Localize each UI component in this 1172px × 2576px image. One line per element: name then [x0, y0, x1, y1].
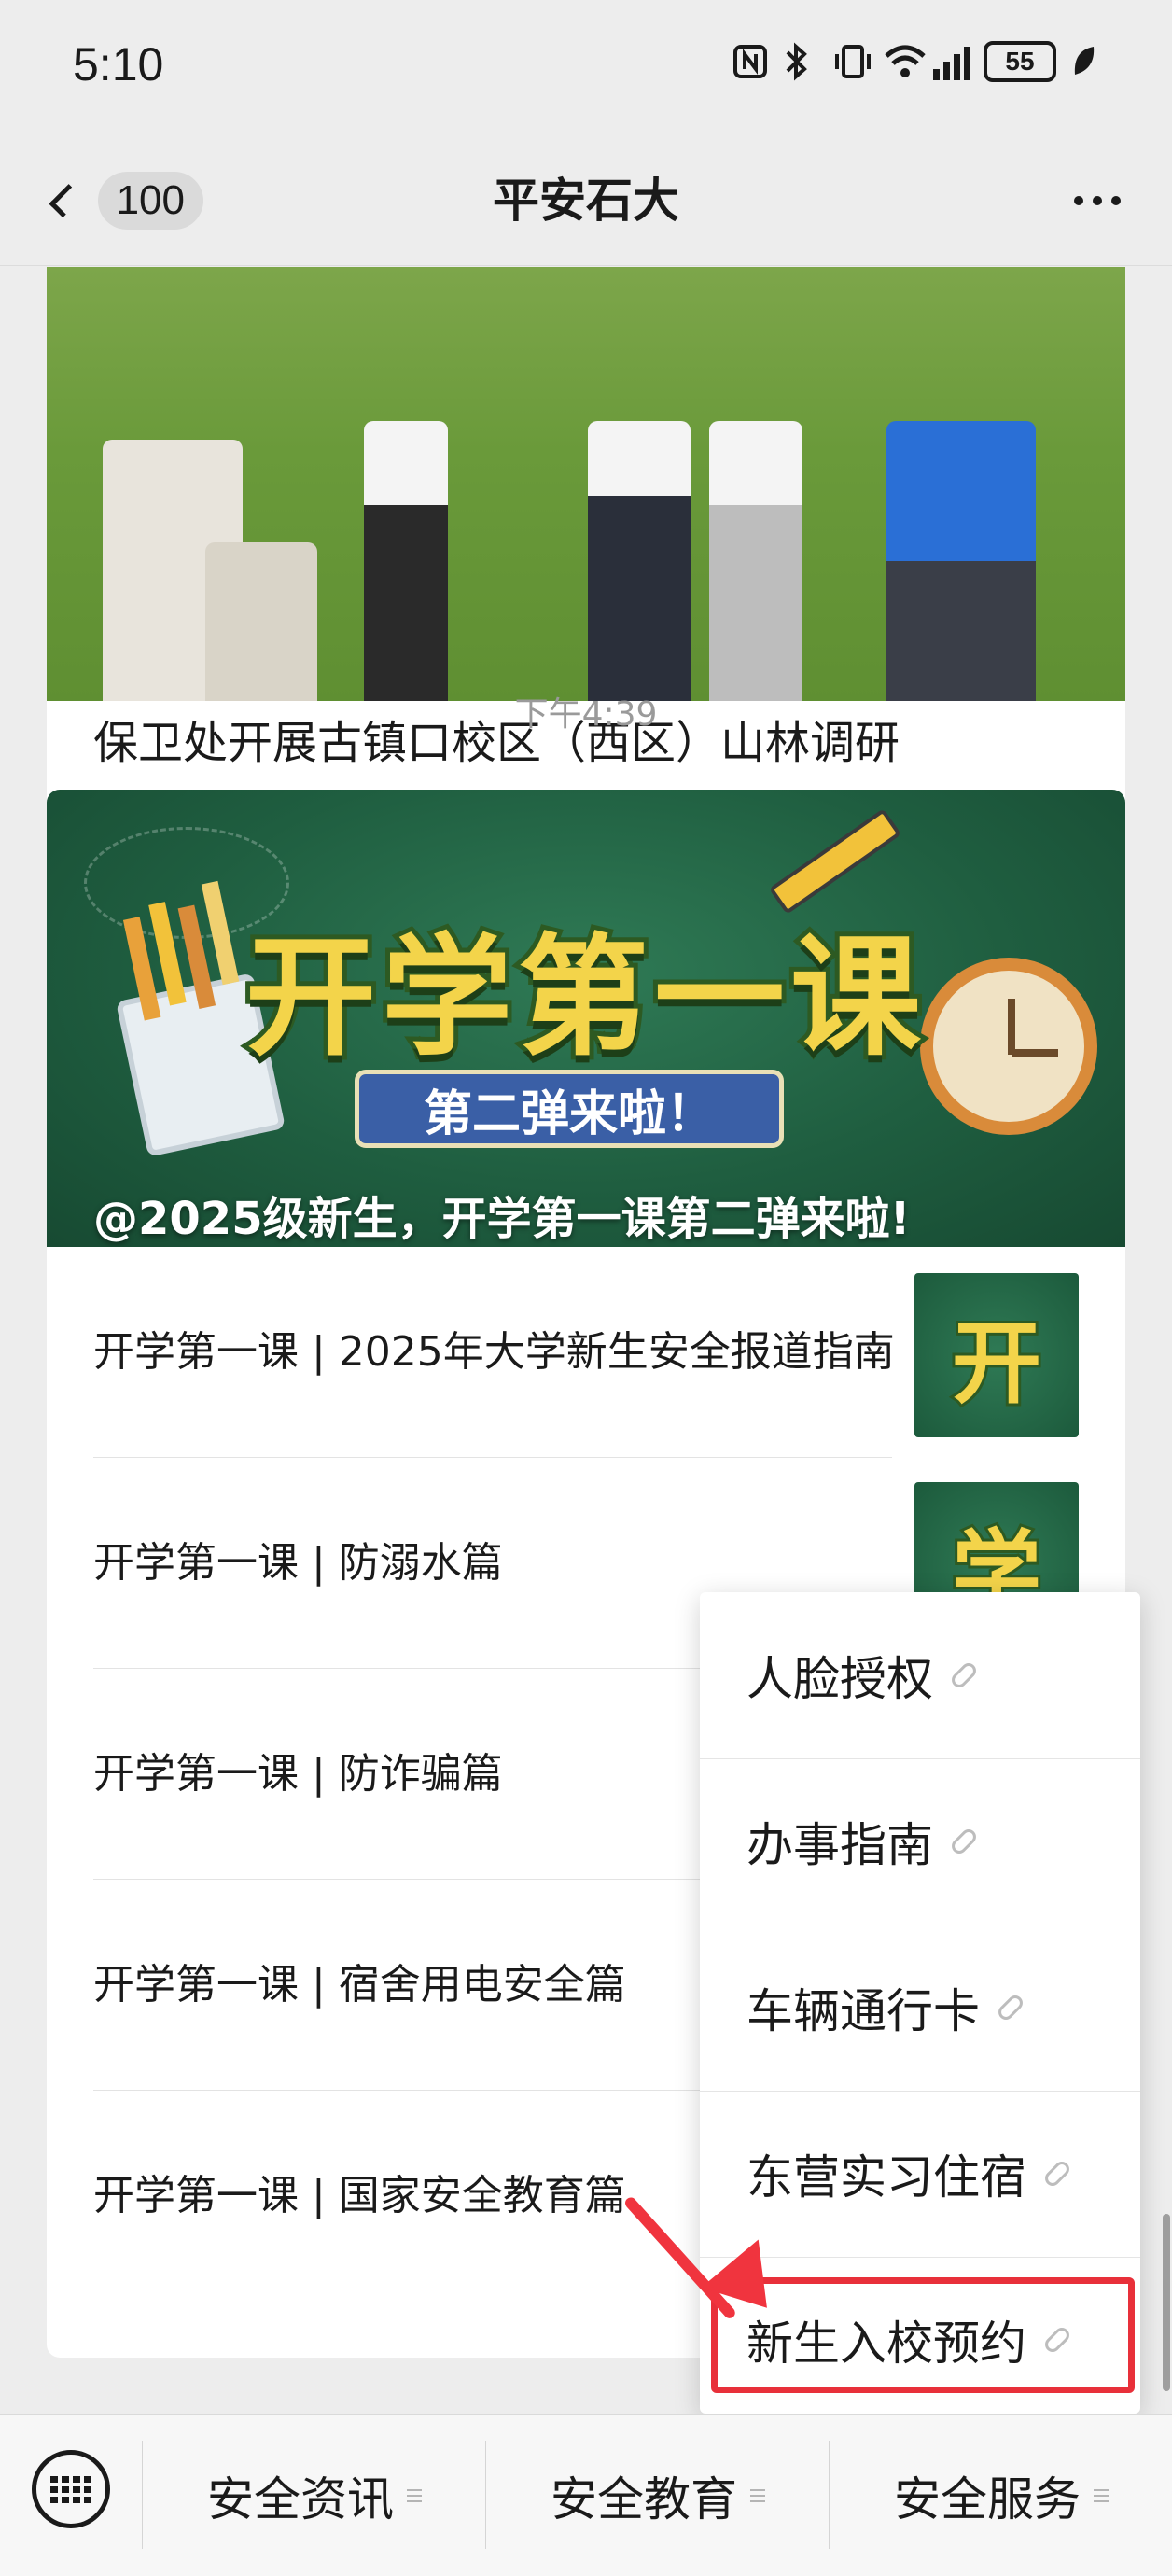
article-list-item[interactable]: 开学第一课 | 2025年大学新生安全报道指南 开	[93, 1247, 1125, 1458]
chat-header: 100 平安石大	[0, 135, 1172, 266]
battery-icon: 55	[984, 41, 1056, 82]
cover-article[interactable]: 开学第一课 第二弹来啦！ @2025级新生，开学第一课第二弹来啦!	[47, 790, 1125, 1247]
article-card[interactable]: 保卫处开展古镇口校区（西区）山林调研	[47, 267, 1125, 838]
status-time: 5:10	[73, 38, 164, 91]
signal-icon	[933, 43, 970, 80]
status-bar: 5:10 55	[0, 0, 1172, 135]
leaf-icon	[1069, 41, 1107, 82]
menu-item-label: 车辆通行卡	[746, 1984, 980, 2038]
cover-ribbon: 第二弹来啦！	[355, 1070, 784, 1148]
keyboard-icon	[50, 2475, 91, 2503]
more-dot	[1111, 196, 1121, 205]
status-icons: 55	[732, 41, 1107, 82]
link-icon	[1041, 2158, 1073, 2190]
bluetooth-icon	[782, 41, 819, 82]
bottom-menu-bar: 安全资讯 安全教育 安全服务	[0, 2414, 1172, 2576]
article-photo	[47, 267, 1125, 701]
more-dot	[1074, 196, 1083, 205]
photo-person	[588, 421, 691, 701]
link-icon	[995, 1992, 1026, 2023]
menu-tab-label: 安全资讯	[207, 2472, 394, 2527]
menu-tab-label: 安全教育	[551, 2472, 737, 2527]
wifi-icon	[883, 41, 926, 82]
more-dot	[1093, 196, 1102, 205]
message-timestamp: 下午4:39	[514, 695, 658, 734]
menu-tab-safety-news[interactable]: 安全资讯	[142, 2415, 487, 2576]
cover-article-title: @2025级新生，开学第一课第二弹来啦!	[93, 1193, 911, 1245]
link-icon	[948, 1826, 980, 1857]
menu-item-label: 人脸授权	[746, 1652, 933, 1706]
submenu-icon	[750, 2489, 765, 2502]
menu-tab-label: 安全服务	[894, 2472, 1081, 2527]
submenu-icon	[1094, 2489, 1109, 2502]
keyboard-toggle-button[interactable]	[32, 2450, 110, 2528]
menu-tab-safety-education[interactable]: 安全教育	[485, 2415, 830, 2576]
menu-item-service-guide[interactable]: 办事指南	[700, 1758, 1140, 1925]
cover-headline: 开学第一课	[241, 917, 927, 1079]
link-icon	[948, 1659, 980, 1691]
nfc-icon	[732, 41, 769, 82]
photo-person	[205, 542, 317, 701]
menu-item-label: 东营实习住宿	[746, 2150, 1026, 2205]
menu-tab-safety-services[interactable]: 安全服务	[829, 2415, 1172, 2576]
menu-item-vehicle-pass[interactable]: 车辆通行卡	[700, 1925, 1140, 2091]
photo-person	[364, 421, 448, 701]
menu-item-label: 办事指南	[746, 1818, 933, 1872]
photo-person	[709, 421, 802, 701]
submenu-icon	[407, 2489, 422, 2502]
article-thumbnail: 开	[914, 1273, 1079, 1437]
page-title: 平安石大	[493, 174, 679, 228]
menu-item-dongying-internship-housing[interactable]: 东营实习住宿	[700, 2091, 1140, 2257]
vibrate-icon	[832, 41, 871, 82]
photo-person	[886, 421, 1036, 701]
menu-item-face-authorization[interactable]: 人脸授权	[700, 1592, 1140, 1758]
more-options-button[interactable]	[1060, 173, 1135, 229]
scrollbar[interactable]	[1163, 2214, 1170, 2391]
article-title: 开学第一课 | 2025年大学新生安全报道指南	[93, 1328, 895, 1376]
